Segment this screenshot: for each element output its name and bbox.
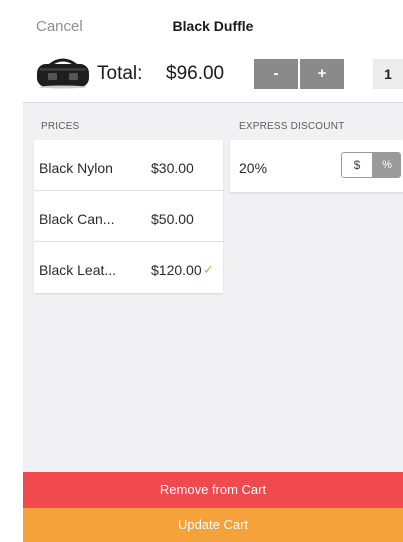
duffle-bag-icon: [37, 58, 89, 89]
page-title: Black Duffle: [172, 18, 254, 34]
increase-quantity-button[interactable]: +: [300, 59, 344, 89]
price-option-value: $30.00: [151, 160, 194, 176]
price-option-black-leather[interactable]: Black Leat... $120.00 ✓: [34, 242, 223, 293]
prices-heading: PRICES: [41, 121, 80, 132]
dollar-toggle-button[interactable]: $: [342, 153, 372, 177]
percent-toggle-button[interactable]: %: [372, 153, 400, 177]
product-edit-panel: Cancel Black Duffle Total: $96.00 - + 1 …: [23, 0, 403, 542]
remove-from-cart-button[interactable]: Remove from Cart: [23, 472, 403, 508]
price-option-name: Black Leat...: [39, 262, 117, 278]
update-cart-button[interactable]: Update Cart: [23, 508, 403, 542]
price-option-name: Black Can...: [39, 211, 115, 227]
total-bar: Total: $96.00 - + 1: [23, 45, 403, 103]
price-list: Black Nylon $30.00 Black Can... $50.00 B…: [34, 140, 223, 293]
price-option-black-nylon[interactable]: Black Nylon $30.00: [34, 140, 223, 191]
price-option-value: $50.00: [151, 211, 194, 227]
total-value: $96.00: [166, 63, 225, 84]
checkmark-icon: ✓: [203, 262, 214, 277]
discount-input[interactable]: 20%: [239, 160, 267, 176]
price-option-black-canvas[interactable]: Black Can... $50.00: [34, 191, 223, 242]
price-option-value: $120.00: [151, 262, 202, 278]
discount-type-toggle: $ %: [341, 152, 401, 178]
express-discount-panel: 20% $ %: [230, 140, 403, 192]
header-bar: Cancel Black Duffle: [23, 0, 403, 45]
quantity-field[interactable]: 1: [373, 59, 403, 89]
express-discount-heading: EXPRESS DISCOUNT: [239, 121, 345, 132]
decrease-quantity-button[interactable]: -: [254, 59, 298, 89]
total-label: Total:: [97, 63, 143, 84]
price-option-name: Black Nylon: [39, 160, 113, 176]
